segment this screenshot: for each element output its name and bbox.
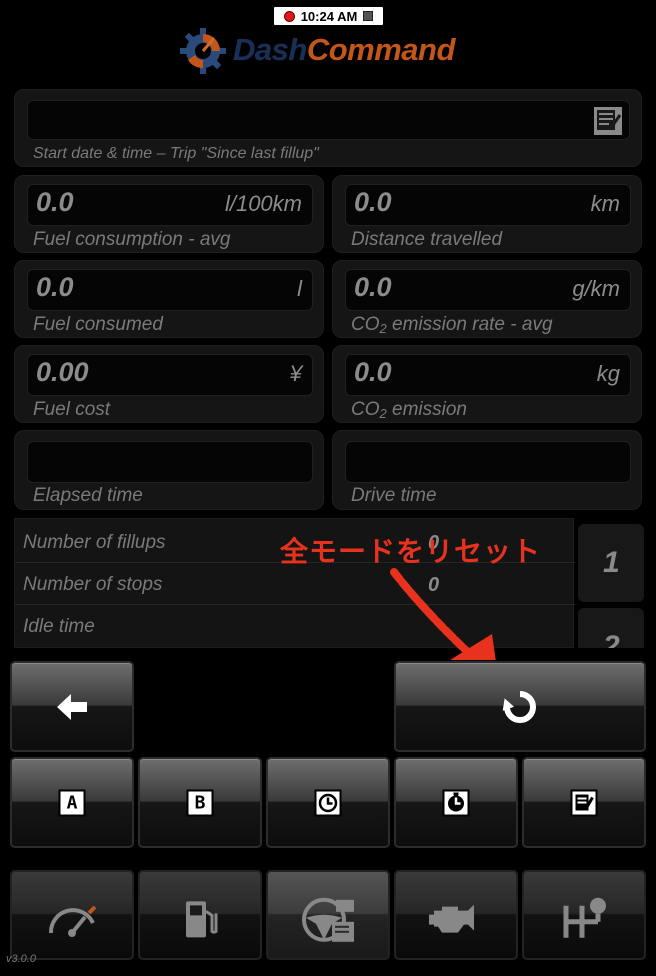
gear-shifter-icon: [563, 897, 606, 938]
co2-value: 0.0: [354, 357, 392, 387]
steering-wheel-icon: [302, 897, 354, 942]
co2-rate-value-box: 0.0 g/km: [345, 269, 631, 311]
distance-panel: 0.0 km Distance travelled: [332, 175, 642, 253]
nav-trip[interactable]: [266, 870, 390, 960]
status-bar: 10:24 AM: [273, 6, 384, 26]
fuel-pump-icon: [186, 901, 218, 938]
mode-b-button[interactable]: B: [138, 757, 262, 848]
mode-b-icon: B: [186, 789, 214, 816]
fuel-cost-label: Fuel cost: [33, 399, 111, 420]
back-button[interactable]: [10, 661, 134, 752]
page-2-button[interactable]: 2: [578, 608, 644, 648]
trip-start-label: Start date & time – Trip "Since last fil…: [33, 145, 319, 162]
fuel-consumed-value: 0.0: [36, 272, 74, 302]
co2-panel: 0.0 kg CO2 emission: [332, 345, 642, 423]
drive-time-panel: Drive time: [332, 430, 642, 510]
reset-all-button[interactable]: [394, 661, 646, 752]
record-icon: [283, 10, 295, 22]
co2-value-box: 0.0 kg: [345, 354, 631, 396]
fuel-avg-label: Fuel consumption - avg: [33, 229, 231, 250]
fuel-avg-value-box: 0.0 l/100km: [27, 184, 313, 226]
elapsed-time-panel: Elapsed time: [14, 430, 324, 510]
page-number: 1: [603, 546, 620, 579]
distance-value-box: 0.0 km: [345, 184, 631, 226]
co2-rate-unit: g/km: [572, 276, 620, 301]
fuel-cost-panel: 0.00 ¥ Fuel cost: [14, 345, 324, 423]
elapsed-time-label: Elapsed time: [33, 485, 143, 506]
page-number: 2: [603, 630, 620, 648]
clock: 10:24 AM: [300, 8, 358, 24]
fuel-cost-unit: ¥: [289, 361, 302, 386]
drive-time-label: Drive time: [351, 485, 437, 506]
fuel-cost-value: 0.00: [36, 357, 89, 387]
fillup-log-icon: [570, 789, 598, 816]
co2-rate-value: 0.0: [354, 272, 392, 302]
battery-icon: [363, 11, 374, 21]
fuel-avg-unit: l/100km: [224, 191, 302, 216]
fuel-avg-panel: 0.0 l/100km Fuel consumption - avg: [14, 175, 324, 253]
drive-time-value-box: [345, 441, 631, 483]
logo-wordmark: DashCommand: [233, 32, 455, 67]
trip-start-value: [27, 100, 630, 140]
distance-label: Distance travelled: [351, 229, 503, 250]
app-logo: DashCommand: [178, 24, 478, 76]
check-engine-icon: [429, 904, 474, 933]
stat-label: Idle time: [23, 616, 95, 637]
gear-logo-icon: [180, 28, 226, 74]
speedometer-icon: [48, 905, 97, 937]
mode-timer-button[interactable]: [266, 757, 390, 848]
fuel-consumed-value-box: 0.0 l: [27, 269, 313, 311]
mode-a-button[interactable]: A: [10, 757, 134, 848]
clock-icon: [314, 789, 342, 816]
mode-engine-hours-button[interactable]: [394, 757, 518, 848]
nav-transmission[interactable]: [522, 870, 646, 960]
co2-rate-label: CO2 emission rate - avg: [351, 314, 553, 336]
fuel-consumed-label: Fuel consumed: [33, 314, 163, 335]
page-1-button[interactable]: 1: [578, 524, 644, 602]
reset-icon: [502, 690, 536, 723]
fuel-cost-value-box: 0.00 ¥: [27, 354, 313, 396]
nav-diagnostics[interactable]: [394, 870, 518, 960]
fuel-consumed-panel: 0.0 l Fuel consumed: [14, 260, 324, 338]
version-label: v3.0.0: [6, 953, 36, 965]
distance-unit: km: [590, 191, 620, 216]
back-arrow-icon: [57, 693, 87, 720]
stat-label: Number of fillups: [23, 532, 166, 553]
fuel-avg-value: 0.0: [36, 187, 74, 217]
stat-label: Number of stops: [23, 574, 163, 595]
mode-fillup-button[interactable]: [522, 757, 646, 848]
trip-start-panel: Start date & time – Trip "Since last fil…: [14, 89, 642, 167]
distance-value: 0.0: [354, 187, 392, 217]
fuel-consumed-unit: l: [297, 276, 302, 301]
mode-a-icon: A: [58, 789, 86, 816]
elapsed-time-value-box: [27, 441, 313, 483]
annotation-label: 全モードをリセット: [280, 535, 542, 568]
co2-unit: kg: [596, 361, 620, 386]
co2-label: CO2 emission: [351, 399, 467, 421]
co2-rate-panel: 0.0 g/km CO2 emission rate - avg: [332, 260, 642, 338]
engine-hours-icon: [442, 789, 470, 816]
nav-gauges[interactable]: [10, 870, 134, 960]
trip-calendar-icon[interactable]: [593, 106, 623, 141]
nav-fuel[interactable]: [138, 870, 262, 960]
